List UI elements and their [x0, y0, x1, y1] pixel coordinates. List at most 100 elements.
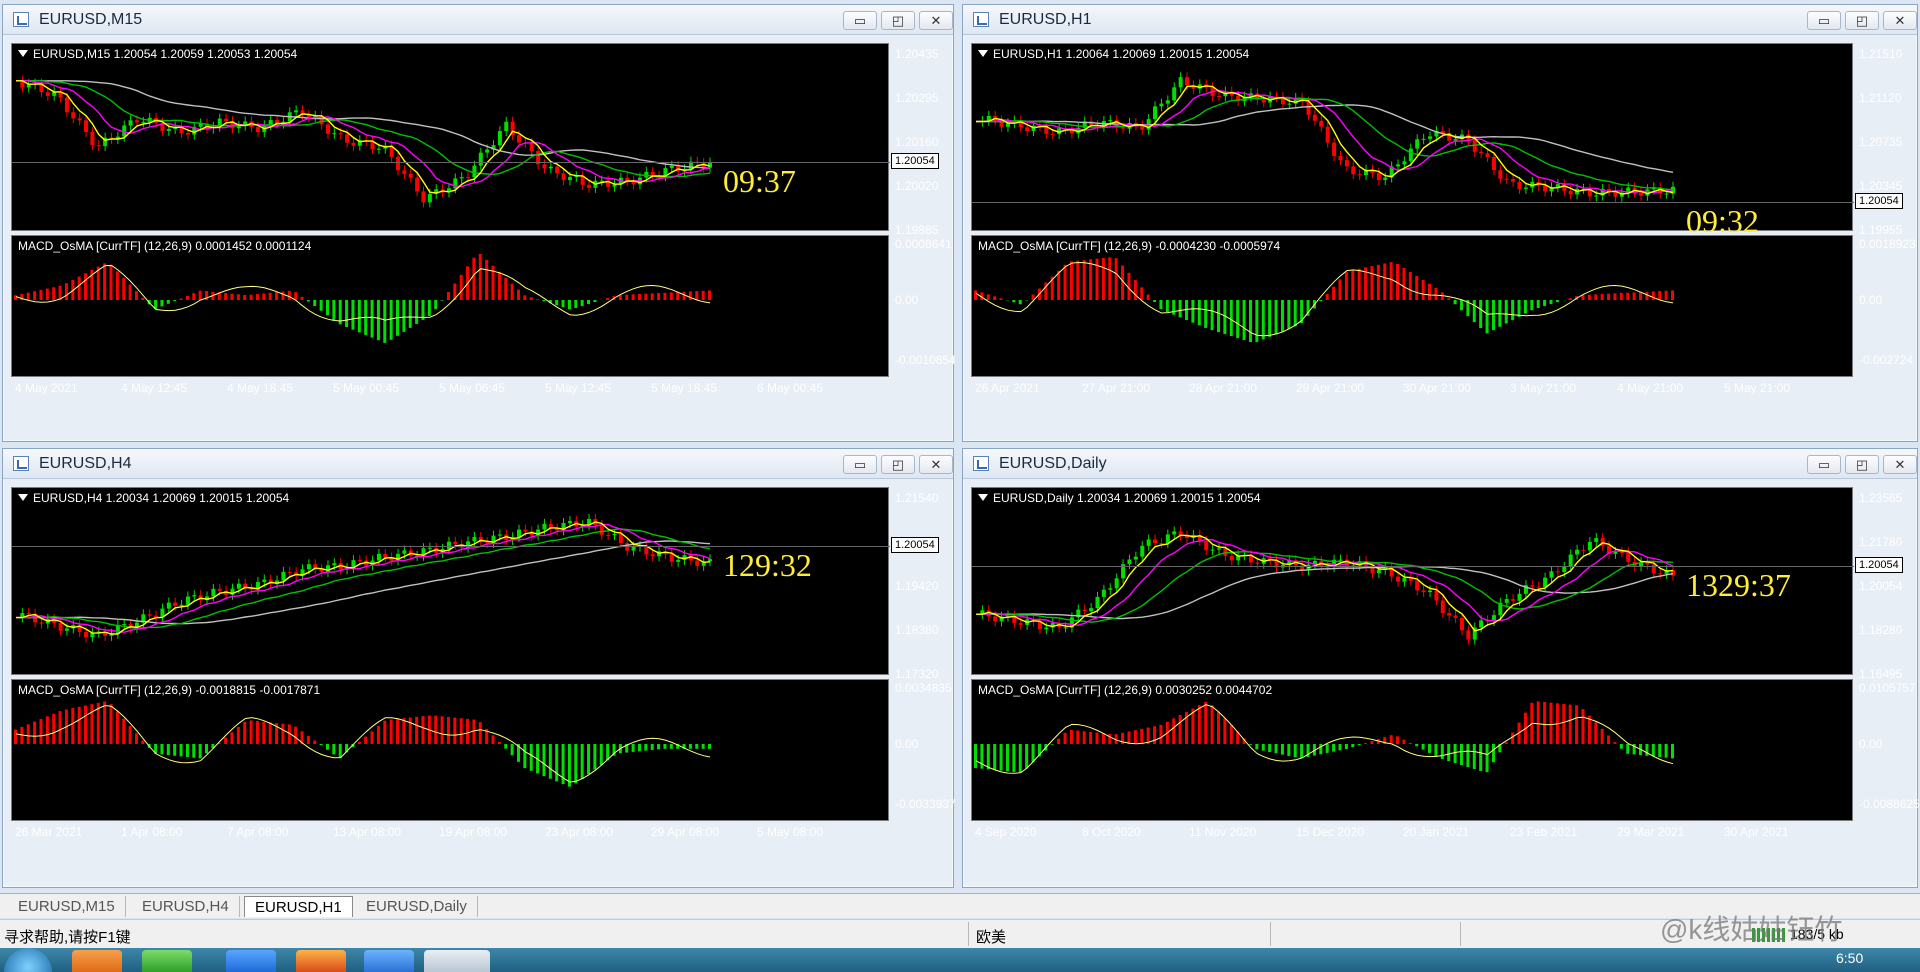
close-button[interactable]: ✕ [919, 11, 953, 30]
candle-body [650, 554, 655, 557]
macd-histogram-bar [974, 744, 977, 768]
tab-eurusd-daily[interactable]: EURUSD,Daily [356, 896, 478, 917]
macd-pane[interactable]: MACD_OsMA [CurrTF] (12,26,9) -0.0018815 … [11, 679, 889, 821]
taskbar-app-browser-icon[interactable] [72, 950, 122, 972]
minimize-button[interactable]: ▭ [843, 455, 877, 474]
chart-window-h4[interactable]: EURUSD,H4 ▭ ◰ ✕ EURUSD,H4 1.20034 1.20069 1.… [2, 448, 956, 888]
window-titlebar[interactable]: EURUSD,H1 ▭ ◰ ✕ [963, 5, 1917, 35]
macd-histogram-bar [1255, 744, 1259, 750]
candle-body [39, 622, 44, 624]
macd-histogram-bar [255, 294, 259, 300]
macd-histogram-bar [45, 288, 49, 300]
macd-signal-line [15, 264, 711, 322]
tab-eurusd-m15[interactable]: EURUSD,M15 [8, 896, 126, 917]
macd-histogram-bar [205, 744, 209, 754]
macd-histogram-bar [58, 711, 62, 744]
macd-histogram-bar [262, 293, 266, 300]
macd-histogram-bar [179, 744, 183, 757]
macd-histogram-bar [1568, 704, 1572, 744]
macd-histogram-bar [1408, 742, 1412, 744]
macd-pane[interactable]: MACD_OsMA [CurrTF] (12,26,9) -0.0004230 … [971, 235, 1853, 377]
taskbar-app-wechat-icon[interactable] [142, 950, 192, 972]
macd-histogram-bar [198, 744, 202, 759]
taskbar-app-terminal-icon[interactable] [424, 950, 490, 972]
macd-histogram-bar [1619, 744, 1623, 749]
price-chart-pane[interactable]: EURUSD,M15 1.20054 1.20059 1.20053 1.200… [11, 43, 890, 231]
close-button[interactable]: ✕ [1883, 455, 1917, 474]
macd-histogram-bar [1197, 705, 1201, 744]
macd-histogram-bar [1389, 735, 1393, 744]
taskbar-app-mail-icon[interactable] [364, 950, 414, 972]
macd-histogram-bar [249, 294, 253, 300]
macd-histogram-bar [497, 271, 501, 300]
restore-button[interactable]: ◰ [1845, 11, 1879, 30]
minimize-button[interactable]: ▭ [843, 11, 877, 30]
window-titlebar[interactable]: EURUSD,M15 ▭ ◰ ✕ [3, 5, 953, 35]
macd-histogram-bar [1274, 744, 1278, 754]
macd-histogram-bar [1607, 735, 1611, 744]
candle-body [402, 550, 407, 554]
macd-histogram-bar [185, 744, 189, 758]
macd-histogram-bar [421, 716, 425, 744]
time-axis-label: 28 Apr 21:00 [1189, 381, 1258, 395]
macd-pane[interactable]: MACD_OsMA [CurrTF] (12,26,9) 0.0030252 0… [971, 679, 1853, 821]
restore-button[interactable]: ◰ [881, 11, 915, 30]
macd-histogram-bar [637, 294, 641, 300]
macd-histogram-bar [1287, 744, 1291, 756]
tab-eurusd-h4[interactable]: EURUSD,H4 [132, 896, 240, 917]
macd-pane[interactable]: MACD_OsMA [CurrTF] (12,26,9) 0.0001452 0… [11, 235, 889, 377]
time-axis-label: 4 May 2021 [15, 381, 78, 395]
taskbar-app-firefox-icon[interactable] [296, 950, 346, 972]
macd-histogram-bar [383, 720, 387, 744]
candle-body [1108, 120, 1113, 122]
restore-button[interactable]: ◰ [1845, 455, 1879, 474]
taskbar-app-feishu-icon[interactable] [226, 950, 276, 972]
chart-window-daily[interactable]: EURUSD,Daily ▭ ◰ ✕ EURUSD,Daily 1.20034 1.20… [962, 448, 1920, 888]
macd-histogram-bar [1428, 744, 1432, 753]
price-axis-label: 1.23565 [1859, 491, 1903, 505]
macd-histogram-bar [173, 744, 177, 756]
minimize-button[interactable]: ▭ [1807, 11, 1841, 30]
candle-body [255, 127, 260, 133]
candle-body [1344, 160, 1349, 167]
tab-eurusd-h1[interactable]: EURUSD,H1 [244, 896, 353, 917]
candle-body [1108, 588, 1113, 590]
macd-histogram-bar [1082, 731, 1086, 744]
chart-window-h1[interactable]: EURUSD,H1 ▭ ◰ ✕ EURUSD,H1 1.20064 1.20069 1.… [962, 4, 1918, 442]
macd-histogram-bar [1095, 732, 1099, 744]
window-titlebar[interactable]: EURUSD,Daily ▭ ◰ ✕ [963, 449, 1917, 479]
moving-average-mid [976, 538, 1674, 626]
candle-body [338, 133, 343, 135]
macd-axis-label: 0.0034835 [895, 681, 952, 695]
restore-button[interactable]: ◰ [881, 455, 915, 474]
macd-histogram-bar [1415, 275, 1419, 300]
macd-histogram-bar [1651, 744, 1655, 757]
macd-histogram-bar [52, 287, 56, 300]
watermark-text: @k线姑姑钰竹 [1660, 914, 1843, 945]
start-button[interactable] [4, 948, 52, 972]
macd-histogram-bar [440, 300, 444, 301]
macd-histogram-bar [1191, 300, 1195, 323]
macd-histogram-bar [287, 290, 291, 300]
price-axis-label: 1.17320 [895, 667, 939, 681]
window-titlebar[interactable]: EURUSD,H4 ▭ ◰ ✕ [3, 449, 953, 479]
macd-histogram-bar [701, 744, 705, 749]
candles-svg [16, 75, 712, 208]
macd-histogram-bar [1076, 730, 1080, 744]
macd-histogram-bar [466, 718, 470, 744]
close-button[interactable]: ✕ [1883, 11, 1917, 30]
macd-histogram-bar [1415, 744, 1419, 747]
candle-body [427, 547, 432, 549]
macd-signal-line [975, 261, 1674, 337]
macd-histogram-bar [357, 300, 361, 333]
minimize-button[interactable]: ▭ [1807, 455, 1841, 474]
macd-histogram-bar [1434, 287, 1438, 300]
candle-body [1562, 566, 1567, 573]
macd-histogram-bar [708, 290, 711, 300]
close-button[interactable]: ✕ [919, 455, 953, 474]
price-axis-label: 1.20160 [895, 135, 939, 149]
chart-window-m15[interactable]: EURUSD,M15 ▭ ◰ ✕ EURUSD,M15 1.20054 1.20059 … [2, 4, 956, 442]
macd-histogram-bar [306, 300, 310, 302]
time-axis-label: 3 May 21:00 [1510, 381, 1577, 395]
candle-body [1216, 548, 1221, 550]
